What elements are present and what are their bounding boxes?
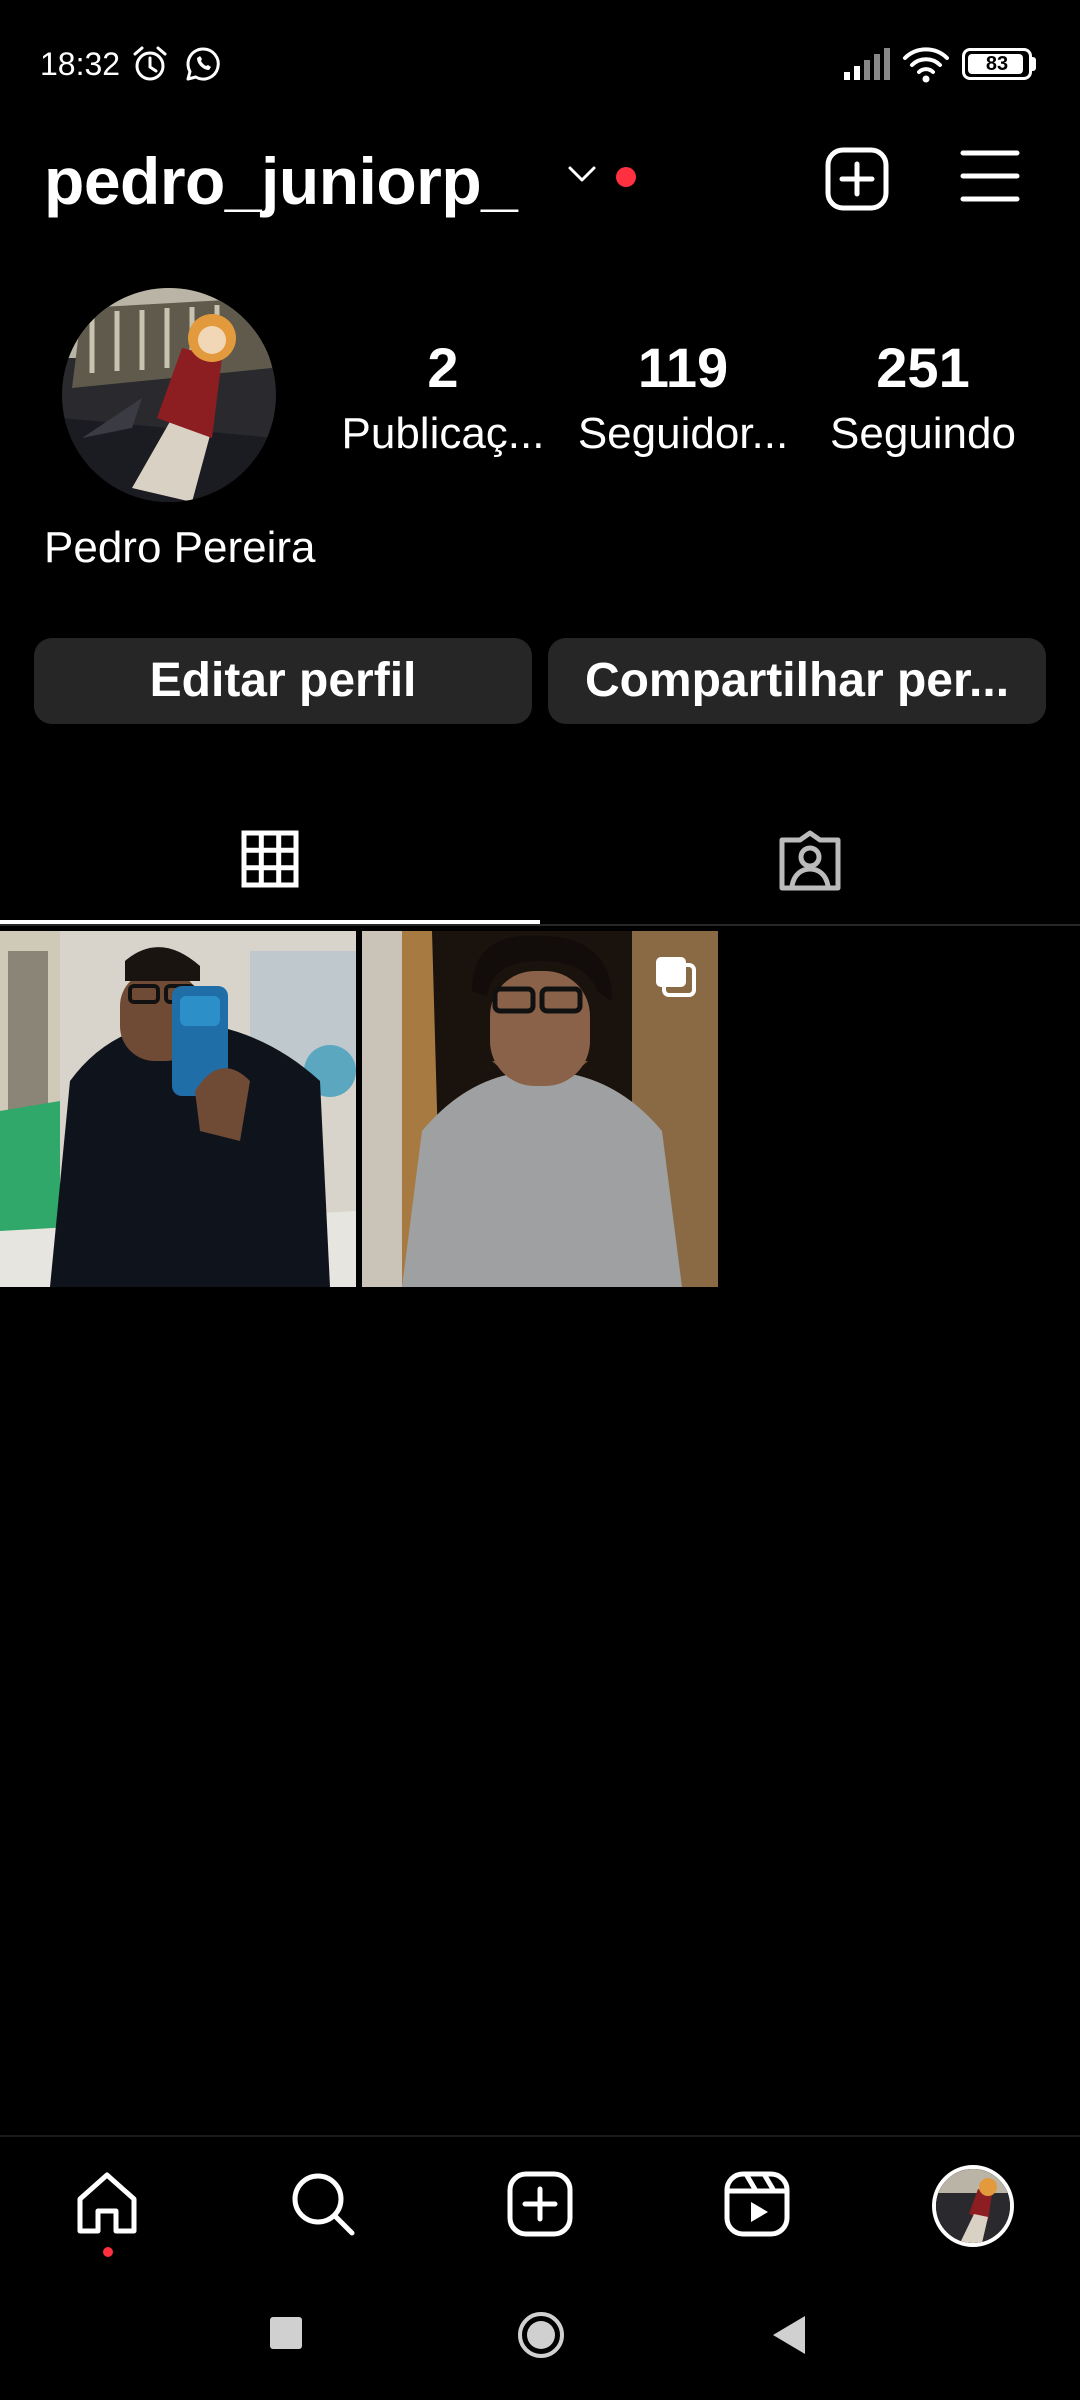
signal-icon — [842, 46, 892, 82]
bottom-navigation — [0, 2135, 1080, 2275]
notification-dot — [616, 167, 636, 187]
stat-followers-count: 119 — [637, 336, 729, 399]
status-time: 18:32 — [40, 46, 121, 82]
tab-tagged[interactable] — [540, 800, 1080, 924]
search-icon — [292, 2173, 355, 2236]
post-thumbnail[interactable] — [362, 931, 718, 1287]
tagged-person-icon — [778, 830, 842, 892]
share-profile-button[interactable]: Compartilhar per... — [548, 638, 1046, 724]
home-notification-dot — [103, 2247, 113, 2257]
battery-tip — [1031, 57, 1036, 71]
edit-profile-button[interactable]: Editar perfil — [34, 638, 532, 724]
post-thumbnail[interactable] — [0, 931, 356, 1287]
stat-posts-count: 2 — [427, 336, 459, 399]
system-home-button[interactable] — [516, 2310, 566, 2360]
nav-reels-button[interactable] — [722, 2169, 792, 2239]
reels-icon — [724, 2171, 790, 2237]
grid-icon — [241, 830, 299, 888]
stat-posts-label: Publicaç... — [341, 409, 545, 458]
stat-following-label: Seguindo — [830, 409, 1016, 458]
new-post-button[interactable] — [824, 146, 890, 212]
stat-followers[interactable]: 119 Seguidor... — [568, 332, 798, 464]
stat-following-count: 251 — [876, 336, 970, 399]
alarm-icon — [130, 44, 170, 84]
battery-icon: 83 — [962, 48, 1032, 80]
stat-posts[interactable]: 2 Publicaç... — [328, 332, 558, 464]
stat-following[interactable]: 251 Seguindo — [808, 332, 1038, 464]
stat-followers-label: Seguidor... — [577, 409, 789, 458]
system-back-button[interactable] — [770, 2313, 808, 2357]
multiple-photos-icon — [652, 953, 698, 999]
profile-avatar[interactable] — [62, 288, 276, 502]
display-name: Pedro Pereira — [44, 523, 316, 572]
tab-grid[interactable] — [0, 800, 540, 924]
wifi-icon — [902, 44, 950, 84]
nav-search-button[interactable] — [288, 2169, 358, 2239]
username-switcher[interactable]: pedro_juniorp_ — [44, 138, 518, 224]
nav-profile-avatar[interactable] — [932, 2165, 1014, 2247]
plus-square-icon — [507, 2171, 573, 2237]
nav-home-button[interactable] — [72, 2169, 142, 2239]
battery-level: 83 — [985, 53, 1009, 75]
chevron-down-icon[interactable] — [566, 162, 598, 186]
system-recents-button[interactable] — [270, 2317, 302, 2349]
menu-button[interactable] — [960, 148, 1020, 204]
tabs-divider — [0, 924, 1080, 926]
whatsapp-icon — [183, 44, 223, 84]
home-icon — [77, 2172, 137, 2234]
nav-create-button[interactable] — [505, 2169, 575, 2239]
